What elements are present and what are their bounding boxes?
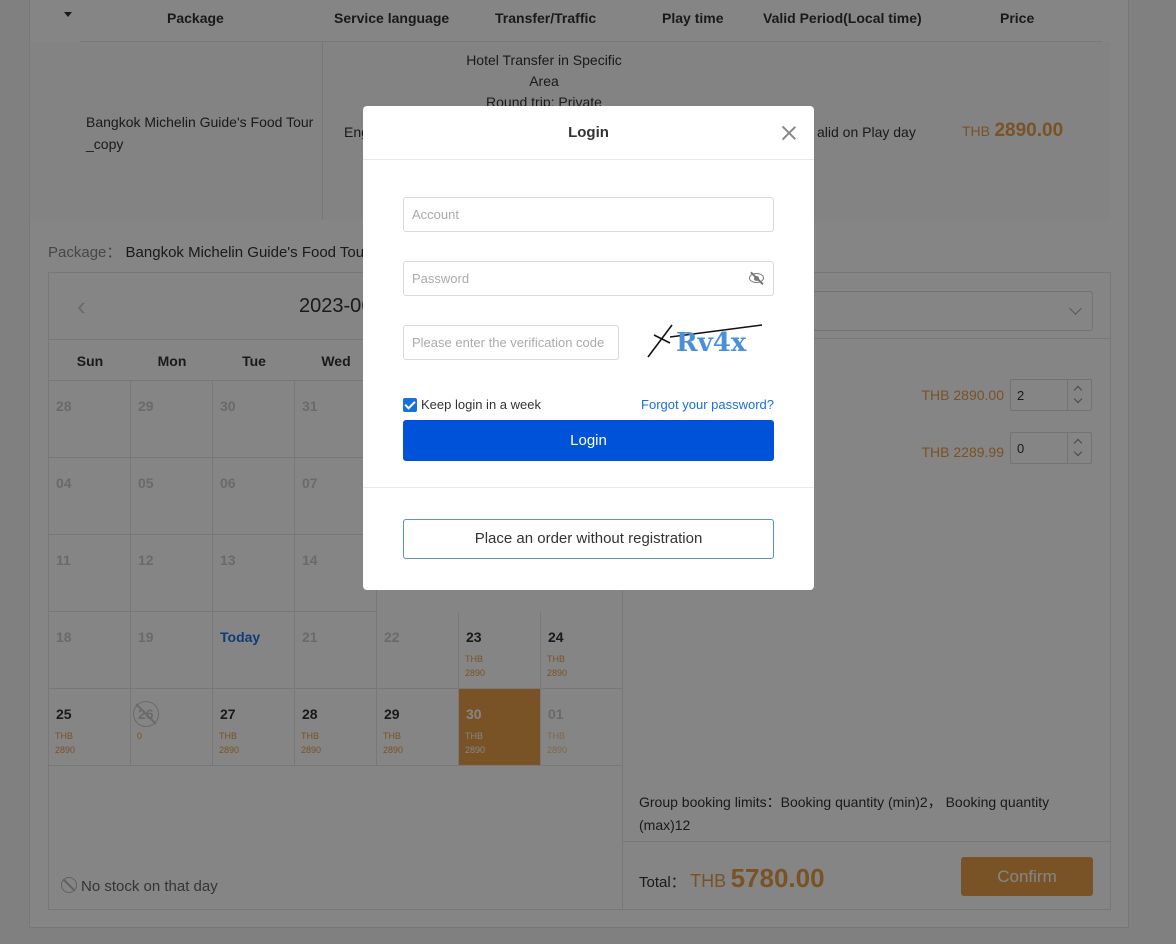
keep-login[interactable]: Keep login in a week <box>403 397 541 412</box>
keep-login-label: Keep login in a week <box>421 397 541 412</box>
login-modal: Login Rv4x Keep login in a week Forgot y… <box>363 106 814 590</box>
close-icon[interactable] <box>779 123 799 143</box>
divider <box>363 487 814 488</box>
password-input[interactable] <box>403 261 774 296</box>
captcha-image[interactable]: Rv4x <box>646 321 764 361</box>
captcha-text: Rv4x <box>676 328 747 358</box>
verification-code-input[interactable] <box>403 325 619 360</box>
modal-header: Login <box>363 106 814 160</box>
modal-title: Login <box>568 124 609 141</box>
login-button[interactable]: Login <box>403 420 774 461</box>
forgot-password-link[interactable]: Forgot your password? <box>641 397 774 412</box>
account-input[interactable] <box>403 197 774 232</box>
guest-order-button[interactable]: Place an order without registration <box>403 519 774 559</box>
checkbox-checked-icon[interactable] <box>403 398 417 412</box>
eye-slash-icon[interactable] <box>749 271 765 286</box>
